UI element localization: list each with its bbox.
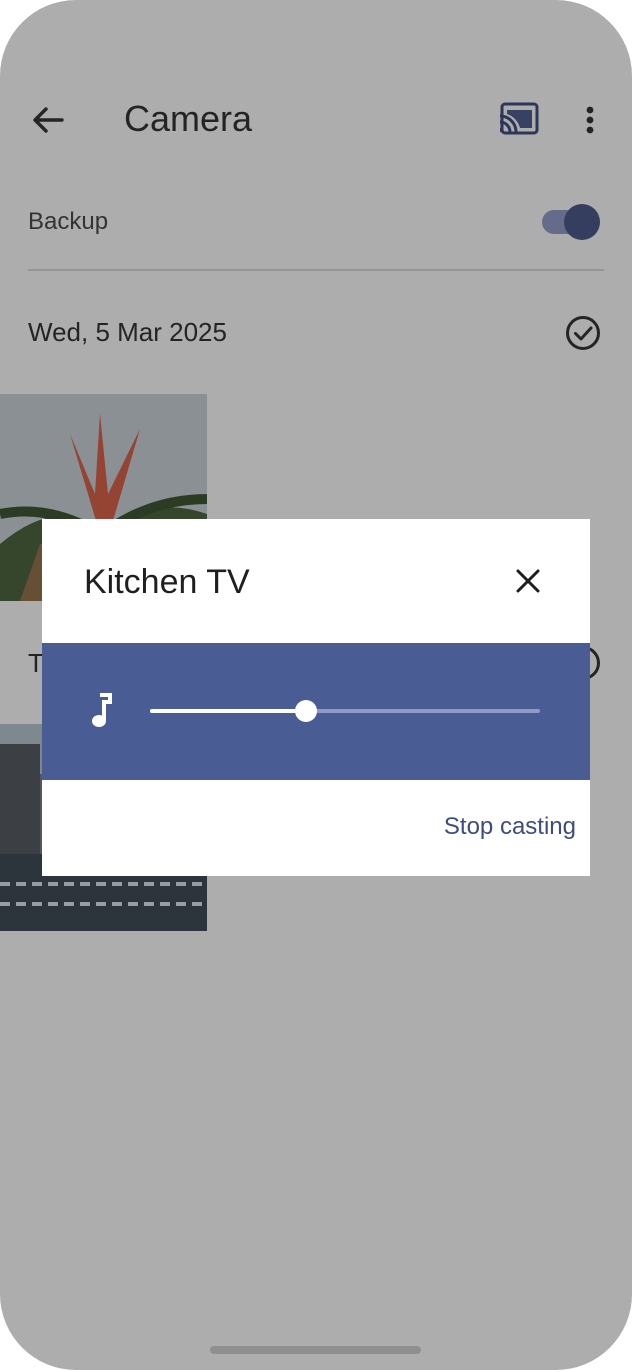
stop-casting-button[interactable]: Stop casting bbox=[396, 813, 576, 847]
volume-band bbox=[42, 643, 590, 780]
volume-fill bbox=[150, 709, 306, 713]
music-note-icon bbox=[92, 693, 112, 727]
cast-dialog: Kitchen TV Stop casting bbox=[42, 519, 590, 876]
volume-thumb[interactable] bbox=[295, 700, 317, 722]
volume-slider[interactable] bbox=[150, 697, 540, 725]
close-icon[interactable] bbox=[508, 561, 548, 601]
phone-screen: 10:00 Camera Backup Wed, 5 Mar 2025 T Ki… bbox=[0, 0, 632, 1370]
cast-device-name: Kitchen TV bbox=[84, 563, 250, 601]
